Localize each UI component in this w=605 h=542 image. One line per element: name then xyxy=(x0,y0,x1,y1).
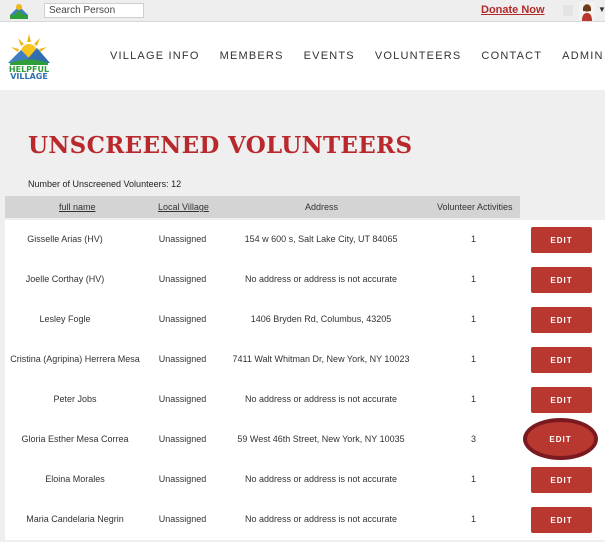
header-local-village[interactable]: Local Village xyxy=(158,202,209,212)
cell-activities: 1 xyxy=(470,514,476,524)
main-nav: VILLAGE INFO MEMBERS EVENTS VOLUNTEERS C… xyxy=(110,50,605,62)
user-menu-caret-icon[interactable]: ▼ xyxy=(598,5,605,14)
cell-village: Unassigned xyxy=(158,394,207,404)
nav-village-info[interactable]: VILLAGE INFO xyxy=(110,50,200,62)
table-header: full name Local Village Address Voluntee… xyxy=(5,196,520,218)
table-row: Gisselle Arias (HV) Unassigned 154 w 600… xyxy=(5,220,605,260)
cell-name: Eloina Morales xyxy=(45,474,105,484)
cell-address: 1406 Bryden Rd, Columbus, 43205 xyxy=(250,314,392,324)
cell-address: No address or address is not accurate xyxy=(244,474,398,484)
volunteer-count: Number of Unscreened Volunteers: 12 xyxy=(28,179,182,189)
edit-button[interactable]: EDIT xyxy=(531,467,592,493)
nav-admin[interactable]: ADMIN xyxy=(562,50,603,62)
mini-logo-icon[interactable] xyxy=(8,2,30,20)
edit-button[interactable]: EDIT xyxy=(531,387,592,413)
cell-name: Lesley Fogle xyxy=(39,314,91,324)
cell-activities: 3 xyxy=(470,434,476,444)
cell-village: Unassigned xyxy=(158,354,207,364)
search-input[interactable] xyxy=(44,3,144,18)
cell-address: No address or address is not accurate xyxy=(244,394,398,404)
top-utility-bar: Donate Now ▼ xyxy=(0,0,605,22)
cell-activities: 1 xyxy=(470,234,476,244)
header-full-name[interactable]: full name xyxy=(59,202,96,212)
edit-button[interactable]: EDIT xyxy=(531,507,592,533)
cell-address: 7411 Walt Whitman Dr, New York, NY 10023 xyxy=(232,354,410,364)
cell-name: Maria Candelaria Negrin xyxy=(26,514,124,524)
cell-activities: 1 xyxy=(470,354,476,364)
table-row: Joelle Corthay (HV) Unassigned No addres… xyxy=(5,260,605,300)
cell-village: Unassigned xyxy=(158,514,207,524)
cell-village: Unassigned xyxy=(158,234,207,244)
nav-volunteers[interactable]: VOLUNTEERS xyxy=(375,50,462,62)
cell-address: No address or address is not accurate xyxy=(244,274,398,284)
table-row: Eloina Morales Unassigned No address or … xyxy=(5,460,605,500)
cell-name: Joelle Corthay (HV) xyxy=(25,274,105,284)
cell-name: Cristina (Agripina) Herrera Mesa xyxy=(10,354,140,364)
edit-button[interactable]: EDIT xyxy=(531,307,592,333)
notification-icon[interactable] xyxy=(563,5,573,16)
nav-events[interactable]: EVENTS xyxy=(304,50,355,62)
table-row: Peter Jobs Unassigned No address or addr… xyxy=(5,380,605,420)
donate-link[interactable]: Donate Now xyxy=(481,4,545,16)
edit-button-highlighted[interactable]: EDIT xyxy=(527,422,594,456)
edit-button[interactable]: EDIT xyxy=(531,227,592,253)
cell-village: Unassigned xyxy=(158,434,207,444)
table-row: Cristina (Agripina) Herrera Mesa Unassig… xyxy=(5,340,605,380)
table-row: Gloria Esther Mesa Correa Unassigned 59 … xyxy=(5,420,605,460)
svg-text:VILLAGE: VILLAGE xyxy=(10,72,48,80)
cell-address: 154 w 600 s, Salt Lake City, UT 84065 xyxy=(244,234,398,244)
helpful-village-logo[interactable]: HELPFUL VILLAGE xyxy=(6,32,52,80)
table-row: Lesley Fogle Unassigned 1406 Bryden Rd, … xyxy=(5,300,605,340)
cell-name: Gloria Esther Mesa Correa xyxy=(21,434,129,444)
cell-address: 59 West 46th Street, New York, NY 10035 xyxy=(237,434,405,444)
header-volunteer-activities: Volunteer Activities xyxy=(437,202,513,212)
edit-button[interactable]: EDIT xyxy=(531,347,592,373)
cell-name: Peter Jobs xyxy=(53,394,97,404)
cell-name: Gisselle Arias (HV) xyxy=(27,234,103,244)
site-header: HELPFUL VILLAGE VILLAGE INFO MEMBERS EVE… xyxy=(0,22,605,90)
cell-village: Unassigned xyxy=(158,314,207,324)
cell-activities: 1 xyxy=(470,474,476,484)
cell-activities: 1 xyxy=(470,314,476,324)
cell-village: Unassigned xyxy=(158,474,207,484)
cell-activities: 1 xyxy=(470,394,476,404)
cell-activities: 1 xyxy=(470,274,476,284)
cell-address: No address or address is not accurate xyxy=(244,514,398,524)
nav-members[interactable]: MEMBERS xyxy=(220,50,284,62)
table-row: Maria Candelaria Negrin Unassigned No ad… xyxy=(5,500,605,540)
header-address: Address xyxy=(305,202,339,212)
nav-contact[interactable]: CONTACT xyxy=(481,50,542,62)
user-avatar[interactable] xyxy=(579,2,595,21)
cell-village: Unassigned xyxy=(158,274,207,284)
page-title: UNSCREENED VOLUNTEERS xyxy=(28,132,413,159)
edit-button[interactable]: EDIT xyxy=(531,267,592,293)
